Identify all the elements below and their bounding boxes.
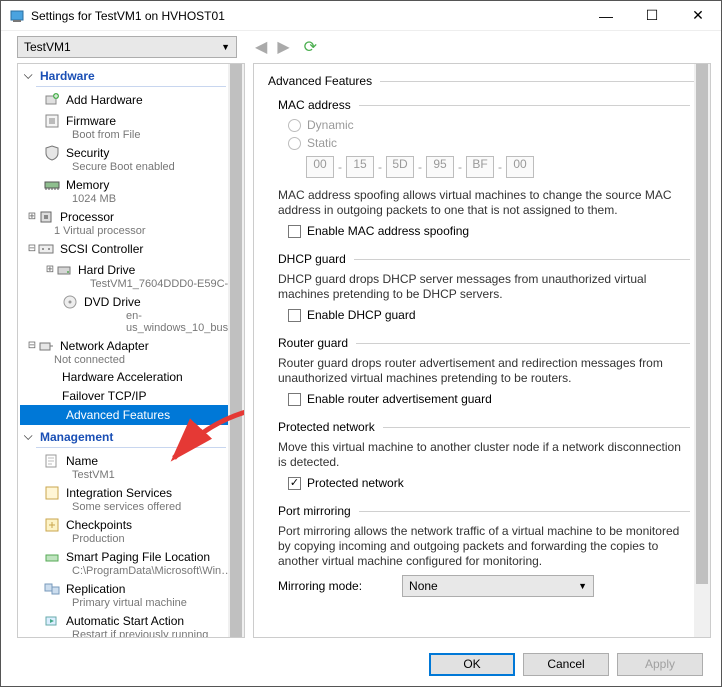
tree-failover-tcpip[interactable]: Failover TCP/IP (20, 386, 244, 405)
pane-title: Advanced Features (268, 74, 372, 88)
dvd-icon (62, 294, 78, 310)
tree-add-hardware[interactable]: Add Hardware (20, 89, 244, 110)
tree-memory[interactable]: Memory 1024 MB (20, 174, 244, 206)
group-router-guard: Router guard Router guard drops router a… (278, 336, 690, 406)
radio-mac-static: Static (288, 136, 690, 150)
processor-icon (38, 209, 54, 225)
mac-octet-4: 95 (426, 156, 454, 178)
radio-icon (288, 137, 301, 150)
apply-button[interactable]: Apply (617, 653, 703, 676)
checkpoints-icon (44, 517, 60, 533)
check-dhcp-guard[interactable]: Enable DHCP guard (288, 308, 690, 322)
checkbox-icon (288, 393, 301, 406)
window-title: Settings for TestVM1 on HVHOST01 (31, 9, 583, 23)
tree-name[interactable]: Name TestVM1 (20, 450, 244, 482)
router-desc: Router guard drops router advertisement … (278, 356, 690, 386)
tree-integration-services[interactable]: Integration Services Some services offer… (20, 482, 244, 514)
memory-icon (44, 177, 60, 193)
tree-advanced-features[interactable]: Advanced Features (20, 405, 244, 425)
tree-network-adapter[interactable]: ⊟Network Adapter Not connected (20, 335, 244, 367)
tree-security[interactable]: Security Secure Boot enabled (20, 142, 244, 174)
group-port-mirroring: Port mirroring Port mirroring allows the… (278, 504, 690, 597)
protected-desc: Move this virtual machine to another clu… (278, 440, 690, 470)
scsi-icon (38, 241, 54, 257)
tree-hard-drive[interactable]: ⊞Hard Drive TestVM1_7604DDD0-E59C-… (20, 259, 244, 291)
ok-button[interactable]: OK (429, 653, 515, 676)
tree-scsi-controller[interactable]: ⊟SCSI Controller (20, 238, 244, 259)
mac-spoof-desc: MAC address spoofing allows virtual mach… (278, 188, 690, 218)
tree-firmware[interactable]: Firmware Boot from File (20, 110, 244, 142)
hard-drive-icon (56, 262, 72, 278)
mirror-mode-value: None (409, 579, 438, 593)
auto-start-icon (44, 613, 60, 629)
dialog-footer: OK Cancel Apply (1, 642, 721, 686)
maximize-button[interactable]: ☐ (629, 1, 675, 31)
tree-hardware-acceleration[interactable]: Hardware Acceleration (20, 367, 244, 386)
nav-next-button[interactable]: ▶ (277, 37, 289, 57)
tree-replication[interactable]: Replication Primary virtual machine (20, 578, 244, 610)
mac-octet-5: BF (466, 156, 494, 178)
close-button[interactable]: ✕ (675, 1, 721, 31)
replication-icon (44, 581, 60, 597)
nav-prev-button[interactable]: ◀ (255, 37, 267, 57)
titlebar: Settings for TestVM1 on HVHOST01 — ☐ ✕ (1, 1, 721, 31)
left-scrollbar[interactable] (228, 64, 244, 637)
firmware-icon (44, 113, 60, 129)
tree-dvd-drive[interactable]: DVD Drive en-us_windows_10_busine… (20, 291, 244, 335)
smart-paging-icon (44, 549, 60, 565)
security-icon (44, 145, 60, 161)
checkbox-icon (288, 309, 301, 322)
mac-octet-3: 5D (386, 156, 414, 178)
name-icon (44, 453, 60, 469)
settings-tree: Hardware Add Hardware Firmware Boot from… (17, 63, 245, 638)
category-hardware[interactable]: Hardware (20, 66, 244, 86)
settings-detail-pane: Advanced Features MAC address Dynamic St… (253, 63, 711, 638)
checkbox-icon (288, 477, 301, 490)
radio-icon (288, 119, 301, 132)
chevron-down-icon: ▼ (578, 581, 587, 591)
power-icon[interactable]: ⟳ (304, 37, 317, 57)
add-hardware-icon (44, 92, 60, 108)
tree-processor[interactable]: ⊞Processor 1 Virtual processor (20, 206, 244, 238)
mac-octets: 00 - 15 - 5D - 95 - BF - 00 (306, 156, 690, 178)
minimize-button[interactable]: — (583, 1, 629, 31)
group-dhcp-guard: DHCP guard DHCP guard drops DHCP server … (278, 252, 690, 322)
category-management[interactable]: Management (20, 427, 244, 447)
mirror-desc: Port mirroring allows the network traffi… (278, 524, 690, 569)
integration-icon (44, 485, 60, 501)
tree-auto-start[interactable]: Automatic Start Action Restart if previo… (20, 610, 244, 638)
check-protected-network[interactable]: Protected network (288, 476, 690, 490)
tree-smart-paging[interactable]: Smart Paging File Location C:\ProgramDat… (20, 546, 244, 578)
mirror-mode-label: Mirroring mode: (278, 579, 362, 593)
vm-selected-label: TestVM1 (24, 40, 71, 54)
network-icon (38, 338, 54, 354)
chevron-down-icon: ▼ (221, 42, 230, 52)
mirror-mode-dropdown[interactable]: None ▼ (402, 575, 594, 597)
radio-mac-dynamic: Dynamic (288, 118, 690, 132)
tree-checkpoints[interactable]: Checkpoints Production (20, 514, 244, 546)
check-mac-spoofing[interactable]: Enable MAC address spoofing (288, 224, 690, 238)
group-protected-network: Protected network Move this virtual mach… (278, 420, 690, 490)
check-router-guard[interactable]: Enable router advertisement guard (288, 392, 690, 406)
toolbar: TestVM1 ▼ ◀ ▶ ⟳ (1, 31, 721, 63)
vm-selector-dropdown[interactable]: TestVM1 ▼ (17, 36, 237, 58)
cancel-button[interactable]: Cancel (523, 653, 609, 676)
mac-octet-2: 15 (346, 156, 374, 178)
mac-octet-6: 00 (506, 156, 534, 178)
right-scrollbar[interactable] (694, 64, 710, 637)
group-mac-address: MAC address Dynamic Static 00 - 15 - 5D … (278, 98, 690, 238)
mac-octet-1: 00 (306, 156, 334, 178)
settings-icon (9, 8, 25, 24)
dhcp-desc: DHCP guard drops DHCP server messages fr… (278, 272, 690, 302)
checkbox-icon (288, 225, 301, 238)
